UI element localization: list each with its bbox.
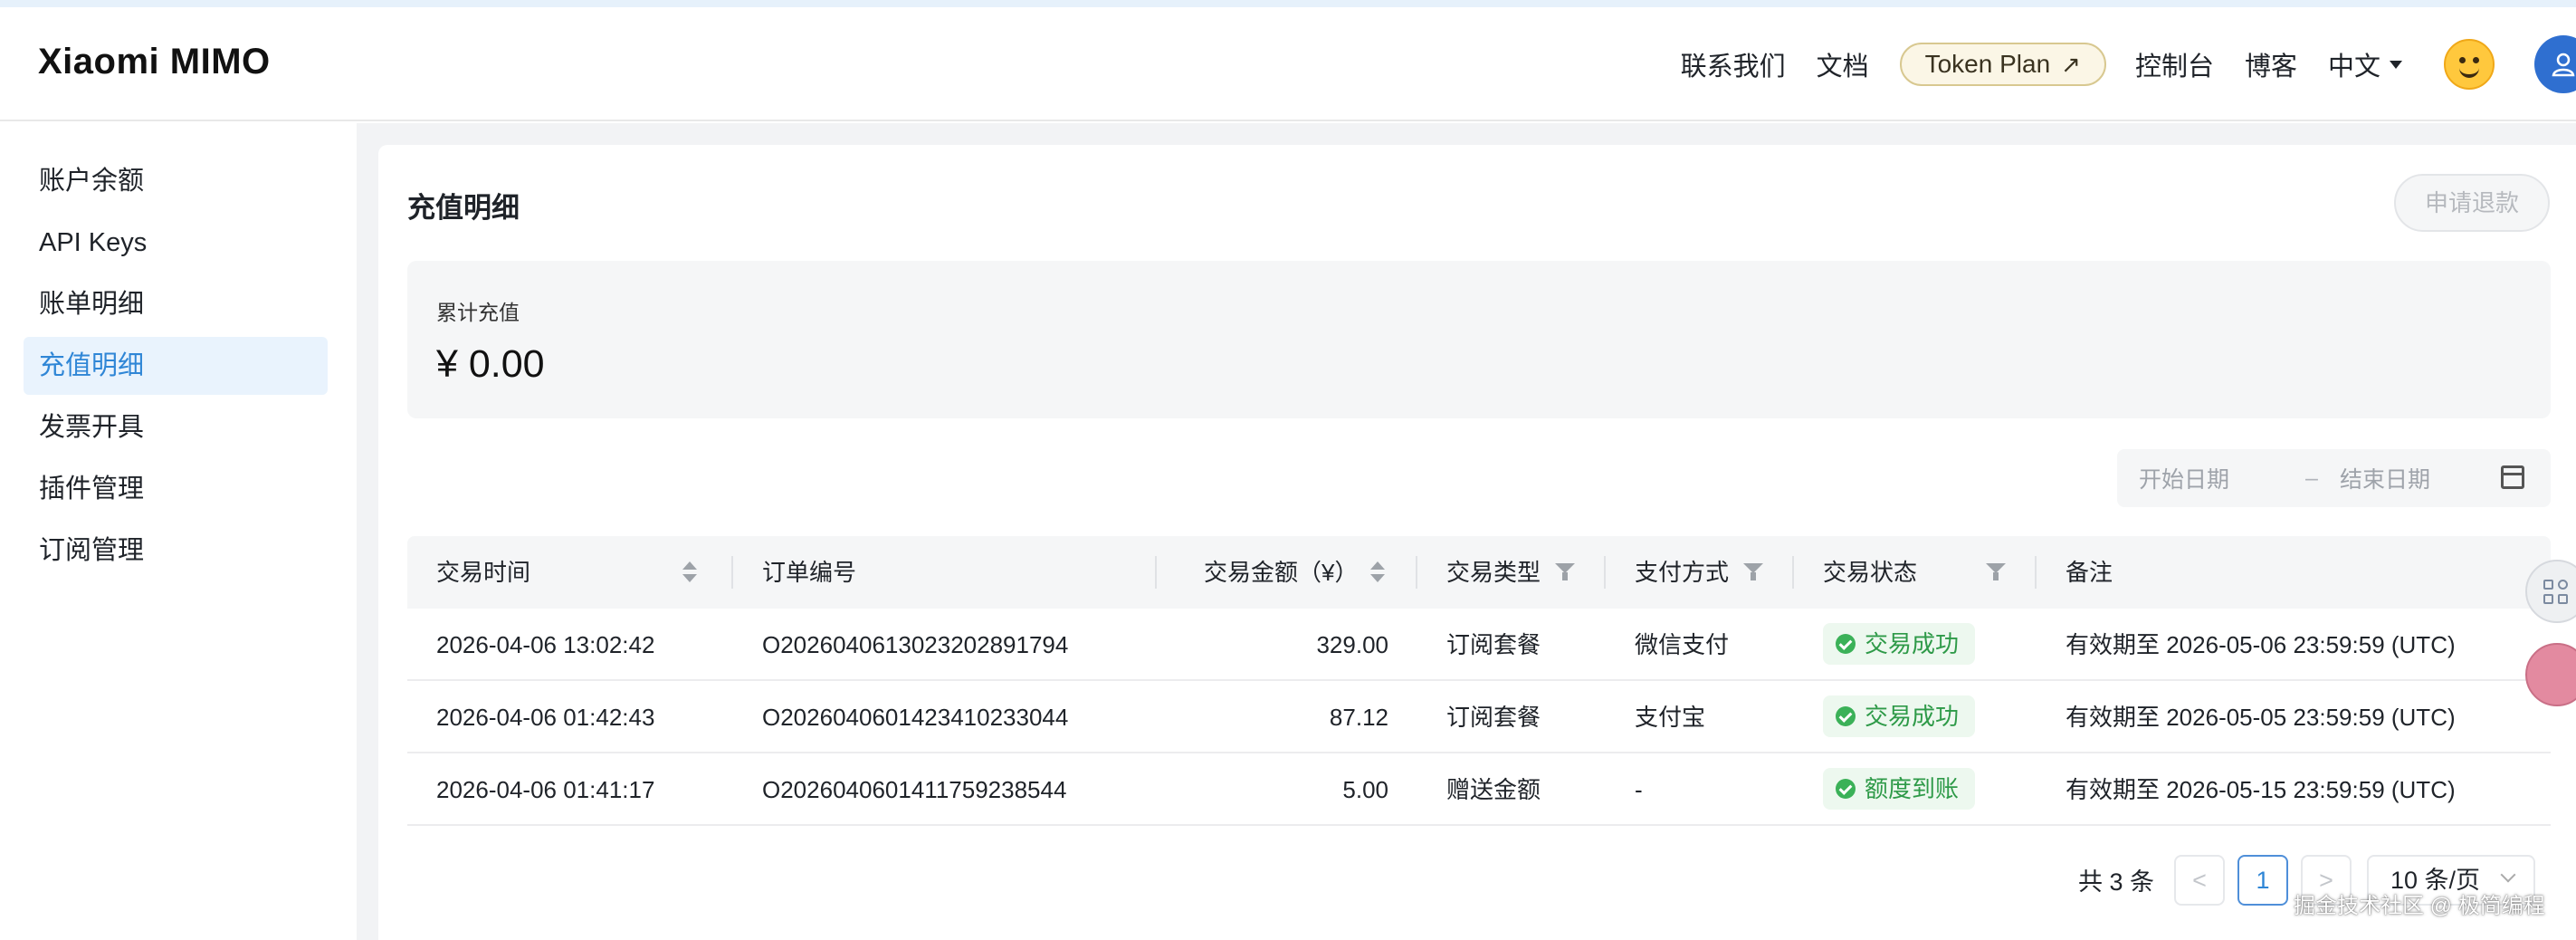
cell-order-id: O2026040601423410233044: [762, 704, 1069, 731]
cell-amount: 329.00: [1316, 631, 1388, 658]
cell-note: 有效期至 2026-05-05 23:59:59 (UTC): [2066, 704, 2456, 731]
arrow-up-right-icon: ↗: [2061, 50, 2081, 78]
status-badge: 交易成功: [1823, 695, 1976, 737]
cell-amount: 5.00: [1342, 776, 1388, 803]
cell-note: 有效期至 2026-05-15 23:59:59 (UTC): [2066, 776, 2456, 803]
start-date-input[interactable]: 开始日期: [2139, 462, 2229, 494]
sort-icon[interactable]: [1369, 560, 1385, 585]
pagination-total: 共 3 条: [2078, 868, 2155, 896]
sidebar-item-subscriptions[interactable]: 订阅管理: [24, 522, 328, 580]
status-label: 交易成功: [1865, 703, 1960, 730]
cell-time: 2026-04-06 01:42:43: [436, 704, 655, 731]
sidebar: 账户余额 API Keys 账单明细 充值明细 发票开具 插件管理 订阅管理: [0, 123, 357, 940]
column-divider: [1416, 556, 1417, 589]
emoji-avatar-icon[interactable]: [2444, 39, 2495, 90]
column-divider: [1792, 556, 1794, 589]
top-nav: 联系我们 文档 Token Plan ↗ 控制台 博客 中文: [1681, 7, 2576, 121]
col-time: 交易时间: [436, 559, 531, 586]
status-badge: 额度到账: [1823, 768, 1976, 810]
status-badge: 交易成功: [1823, 623, 1976, 665]
col-amount: 交易金额（¥）: [1204, 559, 1359, 586]
chevron-left-icon[interactable]: <: [2174, 855, 2225, 906]
table-row: 2026-04-06 13:02:42 O2026040613023202891…: [407, 609, 2551, 681]
col-payment: 支付方式: [1635, 559, 1730, 586]
cell-payment: 微信支付: [1635, 631, 1730, 658]
nav-contact-link[interactable]: 联系我们: [1681, 45, 1786, 83]
sidebar-item-plugins[interactable]: 插件管理: [24, 460, 328, 518]
sidebar-item-balance[interactable]: 账户余额: [24, 152, 328, 210]
refund-button[interactable]: 申请退款: [2394, 174, 2550, 232]
filter-icon[interactable]: [1555, 563, 1575, 581]
table-header: 交易时间 订单编号 交易金额（¥） 交易类型 支付方式 交易状态 备注: [407, 536, 2551, 609]
nav-docs-link[interactable]: 文档: [1817, 45, 1869, 83]
recharge-summary-panel: 累计充值 ¥ 0.00: [407, 261, 2551, 418]
table-row: 2026-04-06 01:41:17 O2026040601411759238…: [407, 753, 2551, 826]
summary-label: 累计充值: [436, 301, 520, 324]
filter-icon[interactable]: [1986, 563, 2006, 581]
token-plan-label: Token Plan: [1924, 50, 2051, 78]
language-label: 中文: [2327, 53, 2380, 82]
sidebar-item-api-keys[interactable]: API Keys: [24, 214, 328, 272]
column-divider: [731, 556, 733, 589]
status-label: 额度到账: [1865, 775, 1960, 802]
pagination-current-page[interactable]: 1: [2237, 855, 2288, 906]
col-type: 交易类型: [1446, 559, 1541, 586]
nav-console-link[interactable]: 控制台: [2135, 45, 2214, 83]
cell-type: 订阅套餐: [1446, 631, 1541, 658]
cell-time: 2026-04-06 01:41:17: [436, 776, 655, 803]
cell-order-id: O2026040613023202891794: [762, 631, 1069, 658]
status-label: 交易成功: [1865, 630, 1960, 657]
check-circle-icon: [1836, 706, 1856, 726]
sidebar-item-bills[interactable]: 账单明细: [24, 275, 328, 333]
cell-note: 有效期至 2026-05-06 23:59:59 (UTC): [2066, 631, 2456, 658]
check-circle-icon: [1836, 634, 1856, 654]
check-circle-icon: [1836, 779, 1856, 799]
sidebar-item-invoice[interactable]: 发票开具: [24, 398, 328, 456]
cell-payment: -: [1635, 776, 1643, 803]
sidebar-item-recharge[interactable]: 充值明细: [24, 337, 328, 395]
cell-amount: 87.12: [1329, 704, 1388, 731]
top-accent-line: [0, 0, 2576, 7]
watermark: 掘金技术社区 @ 极简编程: [2294, 894, 2545, 918]
column-divider: [2035, 556, 2037, 589]
user-icon: [2552, 53, 2575, 77]
chevron-down-icon: [2500, 867, 2516, 883]
cell-payment: 支付宝: [1635, 704, 1706, 731]
cell-type: 订阅套餐: [1446, 704, 1541, 731]
nav-blog-link[interactable]: 博客: [2245, 45, 2297, 83]
cell-time: 2026-04-06 13:02:42: [436, 631, 655, 658]
top-header: Xiaomi MIMO 联系我们 文档 Token Plan ↗ 控制台 博客 …: [0, 7, 2576, 121]
cell-order-id: O2026040601411759238544: [762, 776, 1067, 803]
col-note: 备注: [2066, 559, 2113, 586]
date-range-picker[interactable]: 开始日期 – 结束日期: [2117, 449, 2551, 507]
col-order-id: 订单编号: [762, 559, 857, 586]
filter-icon[interactable]: [1743, 563, 1763, 581]
user-avatar[interactable]: [2534, 35, 2576, 93]
caret-down-icon: [2390, 60, 2402, 69]
end-date-input[interactable]: 结束日期: [2340, 462, 2430, 494]
page-title: 充值明细: [407, 192, 520, 224]
cell-type: 赠送金额: [1446, 776, 1541, 803]
summary-value: ¥ 0.00: [436, 342, 545, 386]
calendar-icon[interactable]: [2501, 465, 2524, 489]
token-plan-button[interactable]: Token Plan ↗: [1899, 43, 2106, 86]
column-divider: [1604, 556, 1606, 589]
date-separator: –: [2305, 465, 2318, 491]
col-status: 交易状态: [1823, 559, 1918, 586]
sort-icon[interactable]: [681, 560, 697, 585]
brand-logo[interactable]: Xiaomi MIMO: [38, 42, 271, 82]
column-divider: [1155, 556, 1157, 589]
table-row: 2026-04-06 01:42:43 O2026040601423410233…: [407, 681, 2551, 753]
language-selector[interactable]: 中文: [2328, 45, 2402, 83]
